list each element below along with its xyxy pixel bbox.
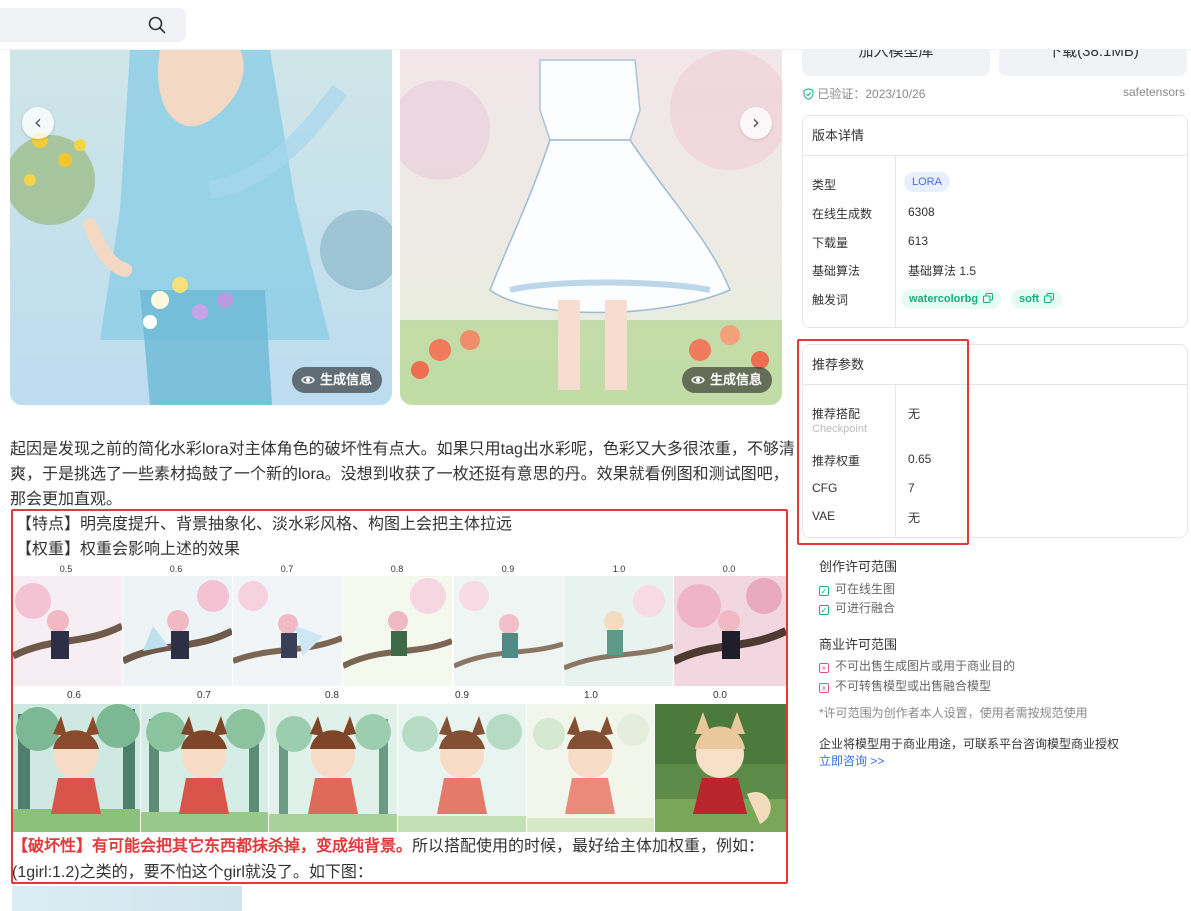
weight-label: 0.8 (325, 690, 339, 701)
base-model-value: 基础算法 1.5 (908, 264, 977, 278)
search-input[interactable] (0, 8, 186, 42)
weight-label: 0.7 (197, 690, 211, 701)
weight-label: 0.9 (501, 564, 515, 574)
type-badge: LORA (904, 172, 950, 192)
creative-license-item: ✓ 可进行融合 (819, 601, 896, 615)
weight-label: 0.8 (390, 564, 404, 574)
license-note: *许可范围为创作者本人设置，使用者需按规范使用 (819, 706, 1088, 720)
online-gen-value: 6308 (908, 205, 935, 219)
weight-sample-image[interactable] (233, 576, 342, 686)
verified-date: 已验证：2023/10/26 (817, 87, 926, 101)
gen-info-label: 生成信息 (320, 372, 373, 387)
version-details-title: 版本详情 (803, 116, 1187, 156)
search-icon[interactable] (148, 16, 166, 34)
base-model-label: 基础算法 (812, 264, 861, 278)
trigger-tag-soft[interactable]: soft (1011, 289, 1063, 309)
weight-sample-image[interactable] (123, 576, 232, 686)
weight-label: 0.5 (59, 564, 73, 574)
copy-icon[interactable] (983, 293, 994, 303)
commercial-license-title: 商业许可范围 (819, 637, 898, 652)
destructive-emphasis: 【破坏性】有可能会把其它东西都抹杀掉，变成纯背景。 (12, 838, 413, 855)
gallery-prev-button[interactable]: ‹ (22, 107, 54, 139)
weight-sample-image[interactable] (269, 704, 397, 832)
consult-link[interactable]: 立即咨询 >> (819, 752, 884, 769)
gallery-image-2[interactable] (400, 50, 782, 405)
weight-label: 0.7 (280, 564, 294, 574)
copy-icon[interactable] (1044, 293, 1055, 303)
model-description: 起因是发现之前的简化水彩lora对主体角色的破坏性有点大。如果只用tag出水彩呢… (10, 441, 795, 508)
example-image-partial (12, 886, 242, 911)
online-gen-label: 在线生成数 (812, 207, 873, 221)
destructive-text: 【破坏性】有可能会把其它东西都抹杀掉，变成纯背景。所以搭配使用的时候，最好给主体… (12, 834, 782, 886)
downloads-label: 下载量 (812, 236, 849, 250)
weight-sample-image[interactable] (398, 704, 526, 832)
gen-info-label: 生成信息 (710, 372, 763, 387)
weight-label: 0.0 (722, 564, 736, 574)
check-icon: ✓ (819, 586, 829, 596)
cross-icon: × (819, 663, 829, 673)
weight-label: 0.6 (67, 690, 81, 701)
verified-status: 已验证：2023/10/26 (803, 85, 925, 102)
commercial-license-item: × 不可出售生成图片或用于商业目的 (819, 658, 1015, 674)
highlight-box-params (797, 339, 969, 545)
weight-text: 【权重】权重会影响上述的效果 (16, 541, 241, 558)
weight-sample-image[interactable] (527, 704, 654, 832)
feature-text: 【特点】明亮度提升、背景抽象化、淡水彩风格、构图上会把主体拉远 (16, 516, 513, 533)
weight-label: 1.0 (584, 690, 598, 701)
gen-info-button-2[interactable]: 生成信息 (682, 367, 773, 393)
eye-icon (691, 376, 705, 384)
eye-icon (301, 376, 315, 384)
check-icon: ✓ (819, 605, 829, 615)
creative-license-item: ✓ 可在线生图 (819, 582, 896, 596)
weight-sample-image[interactable] (141, 704, 268, 832)
top-bar (0, 0, 1191, 50)
trigger-tag-watercolorbg[interactable]: watercolorbg (901, 289, 1002, 309)
version-details-card: 版本详情 类型 LORA 在线生成数 6308 下载量 613 基础算法 基础算… (802, 115, 1188, 328)
weight-sample-image[interactable] (674, 576, 786, 686)
weight-label: 0.0 (713, 690, 727, 701)
chevron-left-icon: ‹ (34, 110, 42, 134)
weight-sample-image[interactable] (655, 704, 786, 832)
gen-info-button-1[interactable]: 生成信息 (292, 367, 383, 393)
trigger-label: 触发词 (812, 293, 849, 307)
cross-icon: × (819, 683, 829, 693)
commercial-license-item: × 不可转售模型或出售融合模型 (819, 678, 991, 694)
type-label: 类型 (812, 178, 837, 192)
business-text: 企业将模型用于商业用途，可联系平台咨询模型商业授权 (819, 737, 1120, 751)
weight-sample-image[interactable] (13, 704, 140, 832)
gallery-image-1[interactable] (10, 50, 392, 405)
weight-label: 1.0 (612, 564, 626, 574)
weight-label: 0.6 (169, 564, 183, 574)
weight-sample-image[interactable] (454, 576, 563, 686)
gallery-next-button[interactable]: › (740, 107, 772, 139)
file-format: safetensors (1122, 85, 1185, 99)
weight-sample-image[interactable] (13, 576, 122, 686)
creative-license-title: 创作许可范围 (819, 559, 898, 574)
weight-sample-image[interactable] (343, 576, 452, 686)
weight-sample-image[interactable] (564, 576, 673, 686)
chevron-right-icon: › (752, 110, 760, 134)
weight-label: 0.9 (455, 690, 469, 701)
shield-check-icon (803, 88, 814, 100)
downloads-value: 613 (908, 234, 929, 248)
